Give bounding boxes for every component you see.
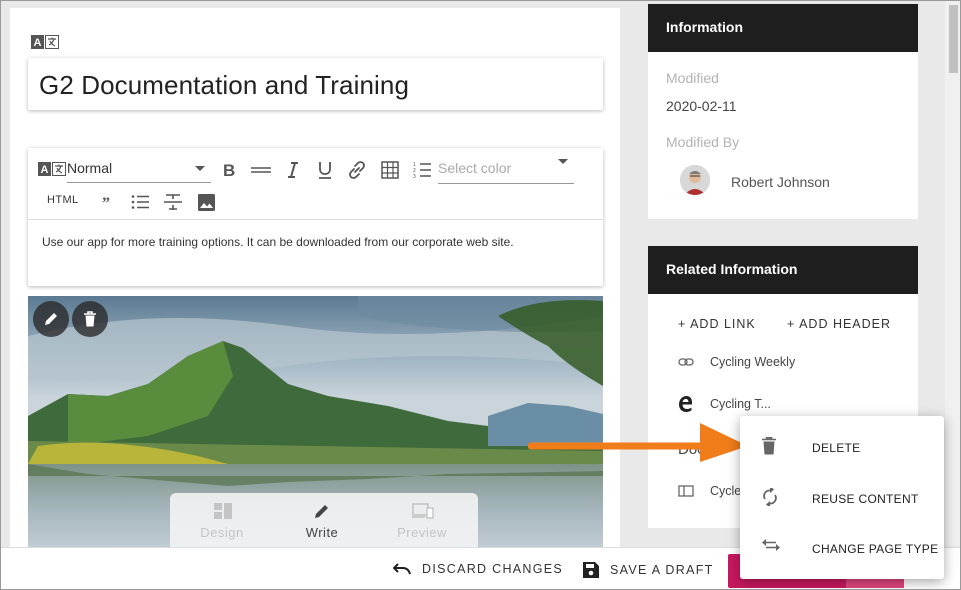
delete-image-button[interactable] [72,301,108,337]
undo-icon [393,563,411,575]
pencil-icon [45,313,57,325]
scrollbar-thumb[interactable] [949,5,958,73]
edit-image-button[interactable] [33,301,69,337]
save-icon [583,562,599,578]
app-window: A G2 Documentation and Training A Normal [0,0,961,590]
swap-icon [762,539,780,551]
underline-icon[interactable] [316,159,334,181]
modified-by-label: Modified By [666,134,740,150]
svg-text:3: 3 [413,174,416,179]
refresh-icon [763,488,777,506]
image-icon[interactable] [196,192,216,212]
page-title-field[interactable]: G2 Documentation and Training [28,58,603,110]
related-item-label: Cycling T... [710,397,771,411]
related-item-label: Cycling Weekly [710,355,796,369]
preview-mode-label: Preview [397,525,447,540]
svg-text:A: A [34,37,42,49]
chevron-down-icon [558,159,568,164]
add-link-button[interactable]: + ADD LINK [678,317,756,331]
page-title[interactable]: G2 Documentation and Training [39,70,409,101]
annotation-arrow [528,423,748,462]
horizontal-rule-icon[interactable] [250,160,272,180]
related-item-label: Cycle [710,484,742,498]
add-header-button[interactable]: + ADD HEADER [787,317,891,331]
toolbar-divider [28,219,603,220]
modified-label: Modified [666,70,719,86]
trash-icon [84,311,96,327]
table-icon[interactable] [380,160,400,180]
dashboard-icon [214,503,232,519]
delete-menu-label: DELETE [812,441,861,455]
design-mode-button[interactable]: Design [172,493,272,553]
rich-text-editor: A Normal B 1 2 3 Select color HTML ” Use… [28,148,603,286]
editor-body-text[interactable]: Use our app for more training options. I… [42,235,514,249]
color-select-placeholder: Select color [438,160,512,176]
panel-icon [678,485,694,497]
svg-text:B: B [223,162,235,178]
bulleted-list-icon[interactable] [130,192,150,212]
chevron-down-icon [195,166,205,171]
discard-changes-button[interactable]: DISCARD CHANGES [393,562,563,576]
write-mode-button[interactable]: Write [272,493,372,553]
bold-icon[interactable]: B [220,160,238,180]
preview-mode-button[interactable]: Preview [372,493,472,553]
reuse-content-menu-item[interactable]: REUSE CONTENT [740,473,944,523]
color-select[interactable]: Select color [438,154,574,184]
paragraph-format-select[interactable]: Normal [67,158,211,183]
related-item[interactable]: Cycling Weekly [678,355,795,369]
svg-text:A: A [41,164,49,176]
link-icon [678,357,694,367]
paragraph-format-value: Normal [67,160,113,176]
delete-menu-item[interactable]: DELETE [740,422,944,472]
italic-icon[interactable] [284,160,302,180]
write-mode-label: Write [305,525,339,540]
landscape-image-block[interactable]: Design Write Preview [28,296,603,556]
information-heading: Information [648,4,918,52]
change-page-type-menu-item[interactable]: CHANGE PAGE TYPE [740,523,944,573]
modified-value: 2020-02-11 [666,98,737,114]
related-item[interactable]: Cycling T... [678,396,771,412]
devices-icon [412,503,434,519]
svg-text:”: ” [102,195,110,207]
vertical-scrollbar[interactable] [945,1,960,546]
reuse-content-menu-label: REUSE CONTENT [812,492,919,506]
context-menu: DELETE REUSE CONTENT CHANGE PAGE TYPE [740,416,944,579]
change-page-type-menu-label: CHANGE PAGE TYPE [812,542,939,556]
editor-column: A G2 Documentation and Training A Normal [10,8,620,556]
design-mode-label: Design [200,525,244,540]
translate-icon[interactable]: A [38,162,67,176]
discard-changes-label: DISCARD CHANGES [422,562,564,576]
translate-icon[interactable]: A [31,35,60,49]
link-icon[interactable] [345,158,369,182]
html-source-button[interactable]: HTML [47,194,79,206]
quote-icon[interactable]: ” [100,192,118,210]
numbered-list-icon[interactable]: 123 [412,160,432,180]
related-information-heading: Related Information [648,246,918,294]
view-mode-toggle: Design Write Preview [170,493,478,553]
strikethrough-icon[interactable] [163,192,183,212]
pencil-icon [315,505,328,518]
trash-icon [762,437,776,455]
information-panel: Information Modified 2020-02-11 Modified… [648,4,918,219]
avatar [680,165,710,195]
save-draft-button[interactable]: SAVE A DRAFT [583,562,714,578]
related-item[interactable]: Cycle [678,484,741,498]
modified-by-value: Robert Johnson [731,174,830,190]
save-draft-label: SAVE A DRAFT [610,563,714,577]
edge-browser-icon [678,396,694,412]
